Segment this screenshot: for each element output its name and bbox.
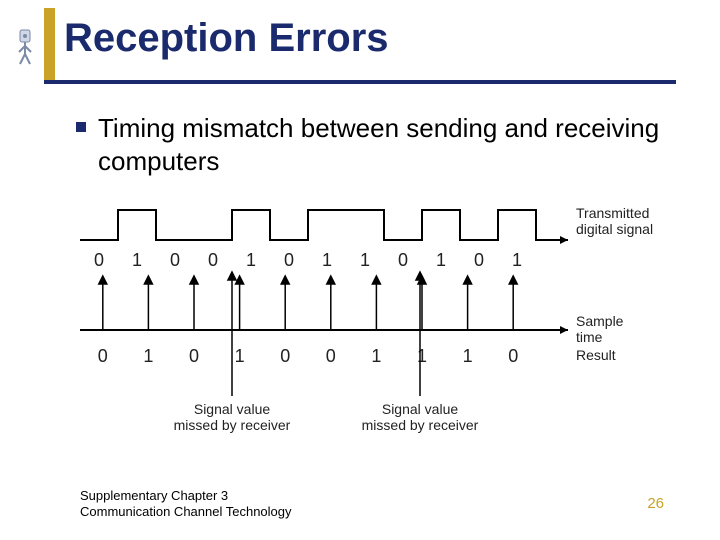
footer-left: Supplementary Chapter 3 Communication Ch…	[80, 488, 292, 521]
miss-callout-left	[228, 272, 236, 396]
tx-bit: 0	[208, 250, 218, 270]
tx-bit: 1	[246, 250, 256, 270]
bullet-marker	[76, 122, 86, 132]
rx-bit: 0	[98, 346, 108, 366]
miss-left-line2: missed by receiver	[174, 417, 291, 433]
tx-bit: 0	[94, 250, 104, 270]
miss-right-line1: Signal value	[382, 401, 458, 417]
result-bits-row: 0 1 0 1 0 0 1 1 1 0	[98, 346, 518, 366]
transmitted-bits-row: 0 1 0 0 1 0 1 1 0 1 0 1	[94, 250, 522, 270]
slide-title: Reception Errors	[64, 16, 389, 61]
sample-label-line2: time	[576, 329, 603, 345]
rx-bit: 0	[508, 346, 518, 366]
timing-diagram: Transmitted digital signal 0 1 0 0 1 0 1…	[70, 200, 670, 460]
rx-bit: 0	[326, 346, 336, 366]
rx-bit: 1	[417, 346, 427, 366]
sample-label-line1: Sample	[576, 313, 624, 329]
tx-bit: 0	[474, 250, 484, 270]
tx-bit: 1	[360, 250, 370, 270]
tx-bit: 1	[132, 250, 142, 270]
tx-bit: 1	[322, 250, 332, 270]
rx-bit: 1	[235, 346, 245, 366]
rx-bit: 1	[463, 346, 473, 366]
miss-right-line2: missed by receiver	[362, 417, 479, 433]
result-label: Result	[576, 347, 616, 363]
tx-bit: 0	[170, 250, 180, 270]
bullet-item: Timing mismatch between sending and rece…	[76, 112, 664, 177]
miss-callout-right	[416, 272, 424, 396]
rx-bit: 0	[189, 346, 199, 366]
tx-bit: 1	[436, 250, 446, 270]
sample-arrows	[99, 276, 517, 330]
miss-left-line1: Signal value	[194, 401, 270, 417]
page-number: 26	[647, 495, 664, 512]
transmitted-label-line2: digital signal	[576, 221, 653, 237]
tx-bit: 1	[512, 250, 522, 270]
tx-bit: 0	[398, 250, 408, 270]
tx-bit: 0	[284, 250, 294, 270]
title-underline	[44, 80, 676, 84]
rx-bit: 0	[280, 346, 290, 366]
footer-line1: Supplementary Chapter 3	[80, 488, 292, 504]
rx-bit: 1	[371, 346, 381, 366]
title-accent-bar	[44, 8, 55, 80]
bullet-text: Timing mismatch between sending and rece…	[98, 112, 664, 177]
sample-time-axis	[80, 326, 568, 334]
clip-icon	[14, 26, 36, 66]
slide: Reception Errors Timing mismatch between…	[0, 0, 720, 540]
transmitted-label-line1: Transmitted	[576, 205, 649, 221]
rx-bit: 1	[143, 346, 153, 366]
footer-line2: Communication Channel Technology	[80, 504, 292, 520]
transmitted-signal	[80, 210, 568, 244]
